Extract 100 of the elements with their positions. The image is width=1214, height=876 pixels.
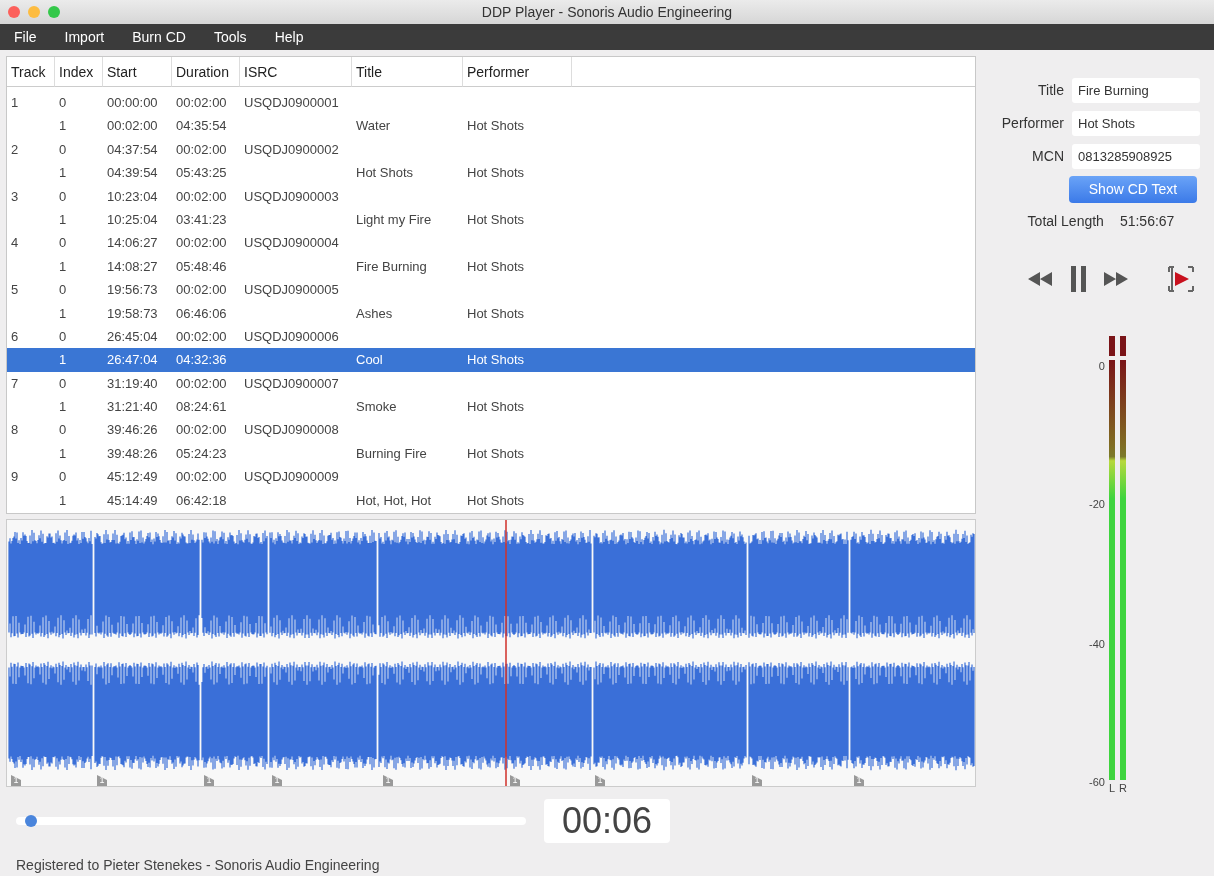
table-cell-text: Hot Shots <box>466 164 526 183</box>
position-slider[interactable] <box>16 817 526 825</box>
table-cell-text: 05:43:25 <box>175 164 228 183</box>
column-header[interactable]: Index <box>55 57 103 87</box>
table-cell-text: USQDJ0900004 <box>243 234 340 253</box>
table-cell-text: 0 <box>58 468 68 487</box>
rewind-icon[interactable] <box>1028 272 1054 286</box>
table-cell-text: 10:25:04 <box>106 210 159 229</box>
play-selection-icon[interactable] <box>1168 266 1194 292</box>
table-cell-text: Hot Shots <box>466 304 526 323</box>
table-cell-text: 00:02:00 <box>175 374 228 393</box>
table-cell-text: 1 <box>58 117 68 136</box>
table-cell-text: 1 <box>10 94 20 112</box>
column-header[interactable]: Performer <box>463 57 572 87</box>
table-cell-text: 2 <box>10 140 20 159</box>
scale-label: -20 <box>1089 497 1105 512</box>
table-cell-text: 00:02:00 <box>175 94 228 112</box>
table-cell-text: 06:42:18 <box>175 491 228 510</box>
field-label: MCN <box>1031 147 1064 166</box>
selected-row[interactable]: 1 26:47:04 04:32:36 Cool Hot Shots <box>7 348 975 372</box>
table-cell-text: 0 <box>58 140 68 159</box>
column-header[interactable]: Track <box>7 57 55 87</box>
table-cell-text: 0 <box>58 234 68 253</box>
table-cell-text: 1 <box>58 444 68 463</box>
peak-indicator <box>1109 336 1115 356</box>
table-cell-text: 0 <box>58 421 68 440</box>
table-cell-text: 6 <box>10 327 20 346</box>
scale-label: -60 <box>1089 775 1105 790</box>
table-cell-text: 45:12:49 <box>106 468 159 487</box>
table-cell-text: 1 <box>58 304 68 323</box>
field-label: Performer <box>1000 114 1064 133</box>
table-cell-text: 5 <box>10 281 20 300</box>
table-cell-text: 0 <box>58 281 68 300</box>
scale-label: -40 <box>1089 637 1105 652</box>
table-cell-text: 00:02:00 <box>175 421 228 440</box>
table-cell-text: 04:37:54 <box>106 140 159 159</box>
table-cell-text: 10:23:04 <box>106 187 159 206</box>
table-cell-text: USQDJ0900008 <box>243 421 340 440</box>
table-cell-text: 4 <box>10 234 20 253</box>
table-cell-text: Fire Burning <box>355 257 428 276</box>
menu-item[interactable]: Burn CD <box>118 24 200 50</box>
column-header[interactable]: Title <box>352 57 463 87</box>
table-cell-text: 06:46:06 <box>175 304 228 323</box>
table-cell-text: 1 <box>58 491 68 510</box>
fast-forward-icon[interactable] <box>1104 272 1130 286</box>
table-cell-text: USQDJ0900003 <box>243 187 340 206</box>
table-cell-text: Hot Shots <box>466 491 526 510</box>
text-field[interactable]: Fire Burning <box>1072 78 1200 103</box>
table-cell-text: USQDJ0900006 <box>243 327 340 346</box>
column-header[interactable]: Start <box>103 57 172 87</box>
table-cell-text: 00:02:00 <box>175 140 228 159</box>
table-cell-text: Burning Fire <box>355 444 428 463</box>
table-cell-text: Hot, Hot, Hot <box>355 491 433 510</box>
table-cell-text: 05:48:46 <box>175 257 228 276</box>
table-cell-text: USQDJ0900009 <box>243 468 340 487</box>
table-cell-text: 1 <box>58 164 68 183</box>
close-button[interactable] <box>8 6 20 18</box>
table-cell-text: 1 <box>58 210 68 229</box>
slider-thumb[interactable] <box>25 815 38 827</box>
table-cell-text: 14:06:27 <box>106 234 159 253</box>
table-cell-text: 00:02:00 <box>106 117 159 136</box>
menu-item[interactable]: Tools <box>199 24 261 50</box>
table-cell-text: 1 <box>58 257 68 276</box>
table-cell-text: 3 <box>10 187 20 206</box>
table-cell-text: 00:00:00 <box>106 94 159 112</box>
window-title: DDP Player - Sonoris Audio Engineering <box>481 2 733 22</box>
table-cell-text: Hot Shots <box>466 444 526 463</box>
table-cell-text: 08:24:61 <box>175 398 228 417</box>
table-cell-text: Hot Shots <box>466 351 526 370</box>
table-cell-text: 1 <box>58 351 68 370</box>
table-cell-text: Light my Fire <box>355 210 433 229</box>
table-cell-text: 14:08:27 <box>106 257 159 276</box>
pause-icon[interactable] <box>1070 266 1088 292</box>
text-field[interactable]: Hot Shots <box>1072 111 1200 136</box>
table-cell-text: 00:02:00 <box>175 327 228 346</box>
table-cell-text: 05:24:23 <box>175 444 228 463</box>
channel-label: R <box>1119 781 1128 796</box>
menu-item[interactable]: Help <box>260 24 318 50</box>
table-cell-text: Hot Shots <box>466 257 526 276</box>
time-display: 00:06 <box>544 799 671 843</box>
table-cell-text: 03:41:23 <box>175 210 228 229</box>
table-cell-text: Hot Shots <box>466 210 526 229</box>
table-cell-text: 00:02:00 <box>175 187 228 206</box>
table-cell-text: 8 <box>10 421 20 440</box>
channel-label: L <box>1108 781 1116 796</box>
column-header[interactable]: ISRC <box>240 57 352 87</box>
table-cell-text: 7 <box>10 374 20 393</box>
table-cell-text: 0 <box>58 187 68 206</box>
table-cell-text: 00:02:00 <box>175 468 228 487</box>
table-cell-text: USQDJ0900002 <box>243 140 340 159</box>
column-header[interactable]: Duration <box>172 57 240 87</box>
text-field[interactable]: 0813285908925 <box>1072 144 1200 169</box>
total-length-label: Total Length <box>1027 212 1104 231</box>
menu-item[interactable]: File <box>0 24 51 50</box>
table-cell-text: 19:58:73 <box>106 304 159 323</box>
menu-item[interactable]: Import <box>50 24 119 50</box>
peak-indicator <box>1120 336 1127 356</box>
table-cell-text: Smoke <box>355 398 398 417</box>
table-cell-text: USQDJ0900001 <box>243 94 340 112</box>
table-cell-text: Ashes <box>355 304 394 323</box>
